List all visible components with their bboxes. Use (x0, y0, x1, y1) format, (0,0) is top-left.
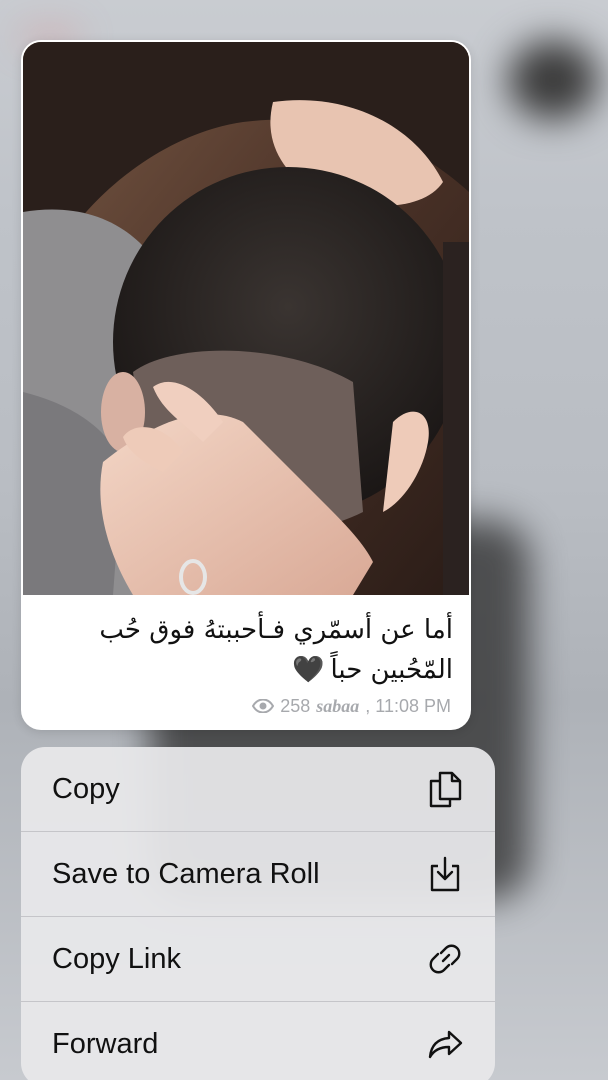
caption-line-2: المّحُبين حباً🖤 (33, 650, 453, 690)
link-icon (425, 939, 465, 979)
author-signature: sabaa (316, 695, 360, 716)
menu-item-save-label: Save to Camera Roll (52, 857, 320, 890)
message-meta: 258 sabaa , 11:08 PM (252, 694, 451, 718)
menu-item-save-to-camera-roll[interactable]: Save to Camera Roll (21, 832, 495, 916)
caption-line-2-text: المّحُبين حباً (330, 655, 453, 685)
menu-item-copy[interactable]: Copy (21, 747, 495, 831)
message-caption: أما عن أسمّري فـأحببتهُ فوق حُب المّحُبي… (33, 610, 453, 690)
message-bubble[interactable]: أما عن أسمّري فـأحببتهُ فوق حُب المّحُبي… (21, 40, 471, 730)
menu-item-forward-label: Forward (52, 1027, 159, 1060)
forward-arrow-icon (425, 1024, 465, 1064)
photo-illustration (23, 42, 469, 595)
black-heart-emoji: 🖤 (292, 655, 325, 685)
save-download-icon (425, 854, 465, 894)
menu-item-forward[interactable]: Forward (21, 1002, 495, 1080)
menu-item-copy-label: Copy (52, 772, 120, 805)
message-time: , 11:08 PM (365, 695, 451, 716)
copy-icon (425, 769, 465, 809)
view-count: 258 (280, 695, 311, 716)
menu-item-copy-link[interactable]: Copy Link (21, 917, 495, 1001)
message-photo[interactable] (23, 42, 469, 595)
background-blur-avatar (508, 40, 598, 120)
eye-icon (252, 699, 275, 713)
caption-line-1: أما عن أسمّري فـأحببتهُ فوق حُب (99, 615, 453, 645)
context-menu: Copy Save to Camera Roll Copy Link Forwa… (21, 747, 495, 1080)
menu-item-copy-link-label: Copy Link (52, 942, 181, 975)
